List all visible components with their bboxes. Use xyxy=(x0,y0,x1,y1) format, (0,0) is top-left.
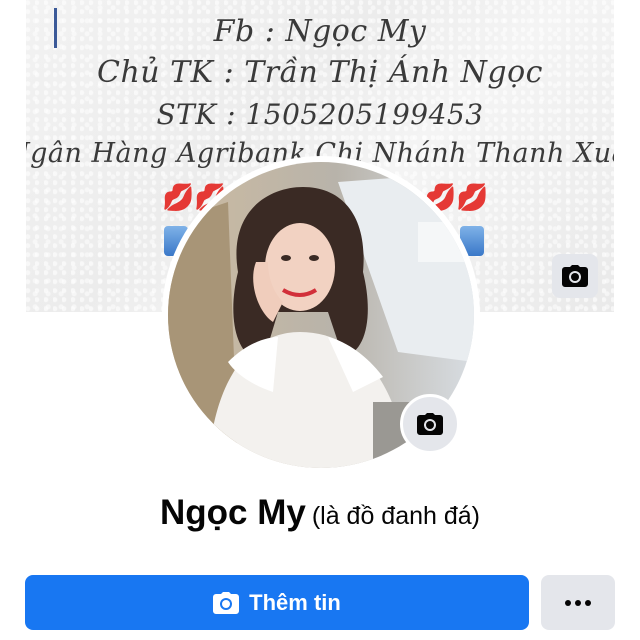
cover-text-line-1: Fb : Ngọc My xyxy=(213,14,427,49)
add-story-label: Thêm tin xyxy=(249,589,341,615)
more-dots-icon xyxy=(563,599,593,606)
cover-text-line-2: Chủ TK : Trần Thị Ánh Ngọc xyxy=(97,55,543,90)
camera-icon xyxy=(417,413,443,435)
cover-text-line-3: STK : 1505205199453 xyxy=(156,98,484,131)
edit-cover-camera-button[interactable] xyxy=(552,254,598,298)
add-story-button[interactable]: Thêm tin xyxy=(25,575,529,630)
camera-icon xyxy=(562,265,588,287)
edit-profile-picture-camera-button[interactable] xyxy=(400,394,460,454)
profile-name-row: Ngọc My (là đồ đanh đá) xyxy=(0,493,640,533)
camera-icon xyxy=(213,591,240,614)
profile-name: Ngọc My xyxy=(159,493,306,532)
profile-alternate-name: (là đồ đanh đá) xyxy=(311,502,481,530)
more-options-button[interactable] xyxy=(541,575,615,630)
